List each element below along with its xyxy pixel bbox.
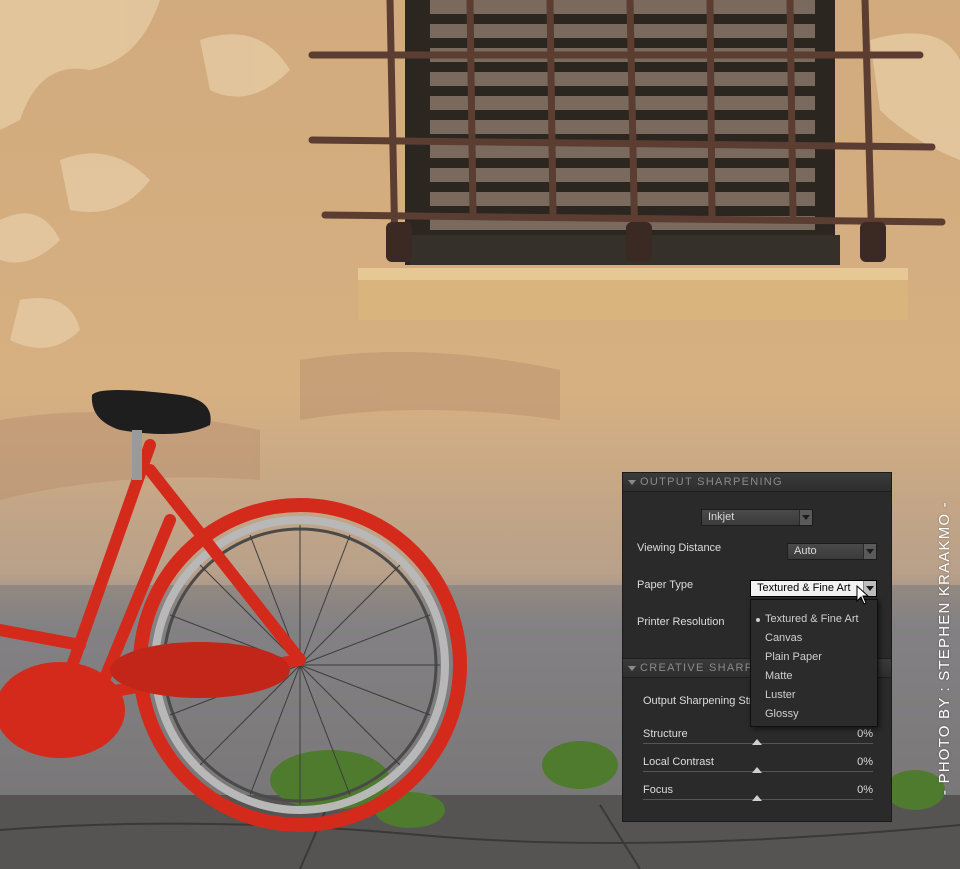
paper-type-menu: Textured & Fine Art Canvas Plain Paper M… (750, 599, 878, 727)
paper-type-value: Textured & Fine Art (757, 582, 851, 594)
collapse-triangle-icon[interactable] (628, 479, 636, 485)
output-type-value: Inkjet (708, 511, 735, 523)
slider-value: 0% (857, 728, 873, 740)
mouse-pointer-icon (856, 585, 870, 605)
menu-item-glossy[interactable]: Glossy (765, 708, 799, 720)
output-type-select[interactable]: Inkjet (701, 509, 813, 526)
collapse-triangle-icon[interactable] (628, 665, 636, 671)
menu-item-luster[interactable]: Luster (765, 689, 796, 701)
menu-item-canvas[interactable]: Canvas (765, 632, 802, 644)
menu-item-matte[interactable]: Matte (765, 670, 793, 682)
dropdown-arrow-icon[interactable] (863, 544, 876, 559)
slider-thumb-icon[interactable] (752, 739, 762, 745)
slider-thumb-icon[interactable] (752, 767, 762, 773)
slider-label: Local Contrast (643, 756, 714, 768)
slider-label: Focus (643, 784, 673, 796)
slider-thumb-icon[interactable] (752, 795, 762, 801)
viewing-distance-select[interactable]: Auto (787, 543, 877, 560)
dropdown-arrow-icon[interactable] (799, 510, 812, 525)
viewing-distance-value: Auto (794, 545, 817, 557)
slider-value: 0% (857, 756, 873, 768)
slider-label: Structure (643, 728, 688, 740)
menu-item-textured-fine-art[interactable]: Textured & Fine Art (756, 613, 859, 625)
viewing-distance-label: Viewing Distance (637, 542, 722, 554)
menu-item-plain-paper[interactable]: Plain Paper (765, 651, 822, 663)
printer-resolution-label: Printer Resolution (637, 616, 725, 628)
output-sharpening-title: OUTPUT SHARPENING (640, 476, 783, 488)
paper-type-label: Paper Type (637, 579, 694, 591)
photo-credit: - PHOTO BY : STEPHEN KRAAKMO - (936, 501, 953, 795)
slider-value: 0% (857, 784, 873, 796)
output-sharpening-header[interactable]: OUTPUT SHARPENING (623, 473, 891, 492)
